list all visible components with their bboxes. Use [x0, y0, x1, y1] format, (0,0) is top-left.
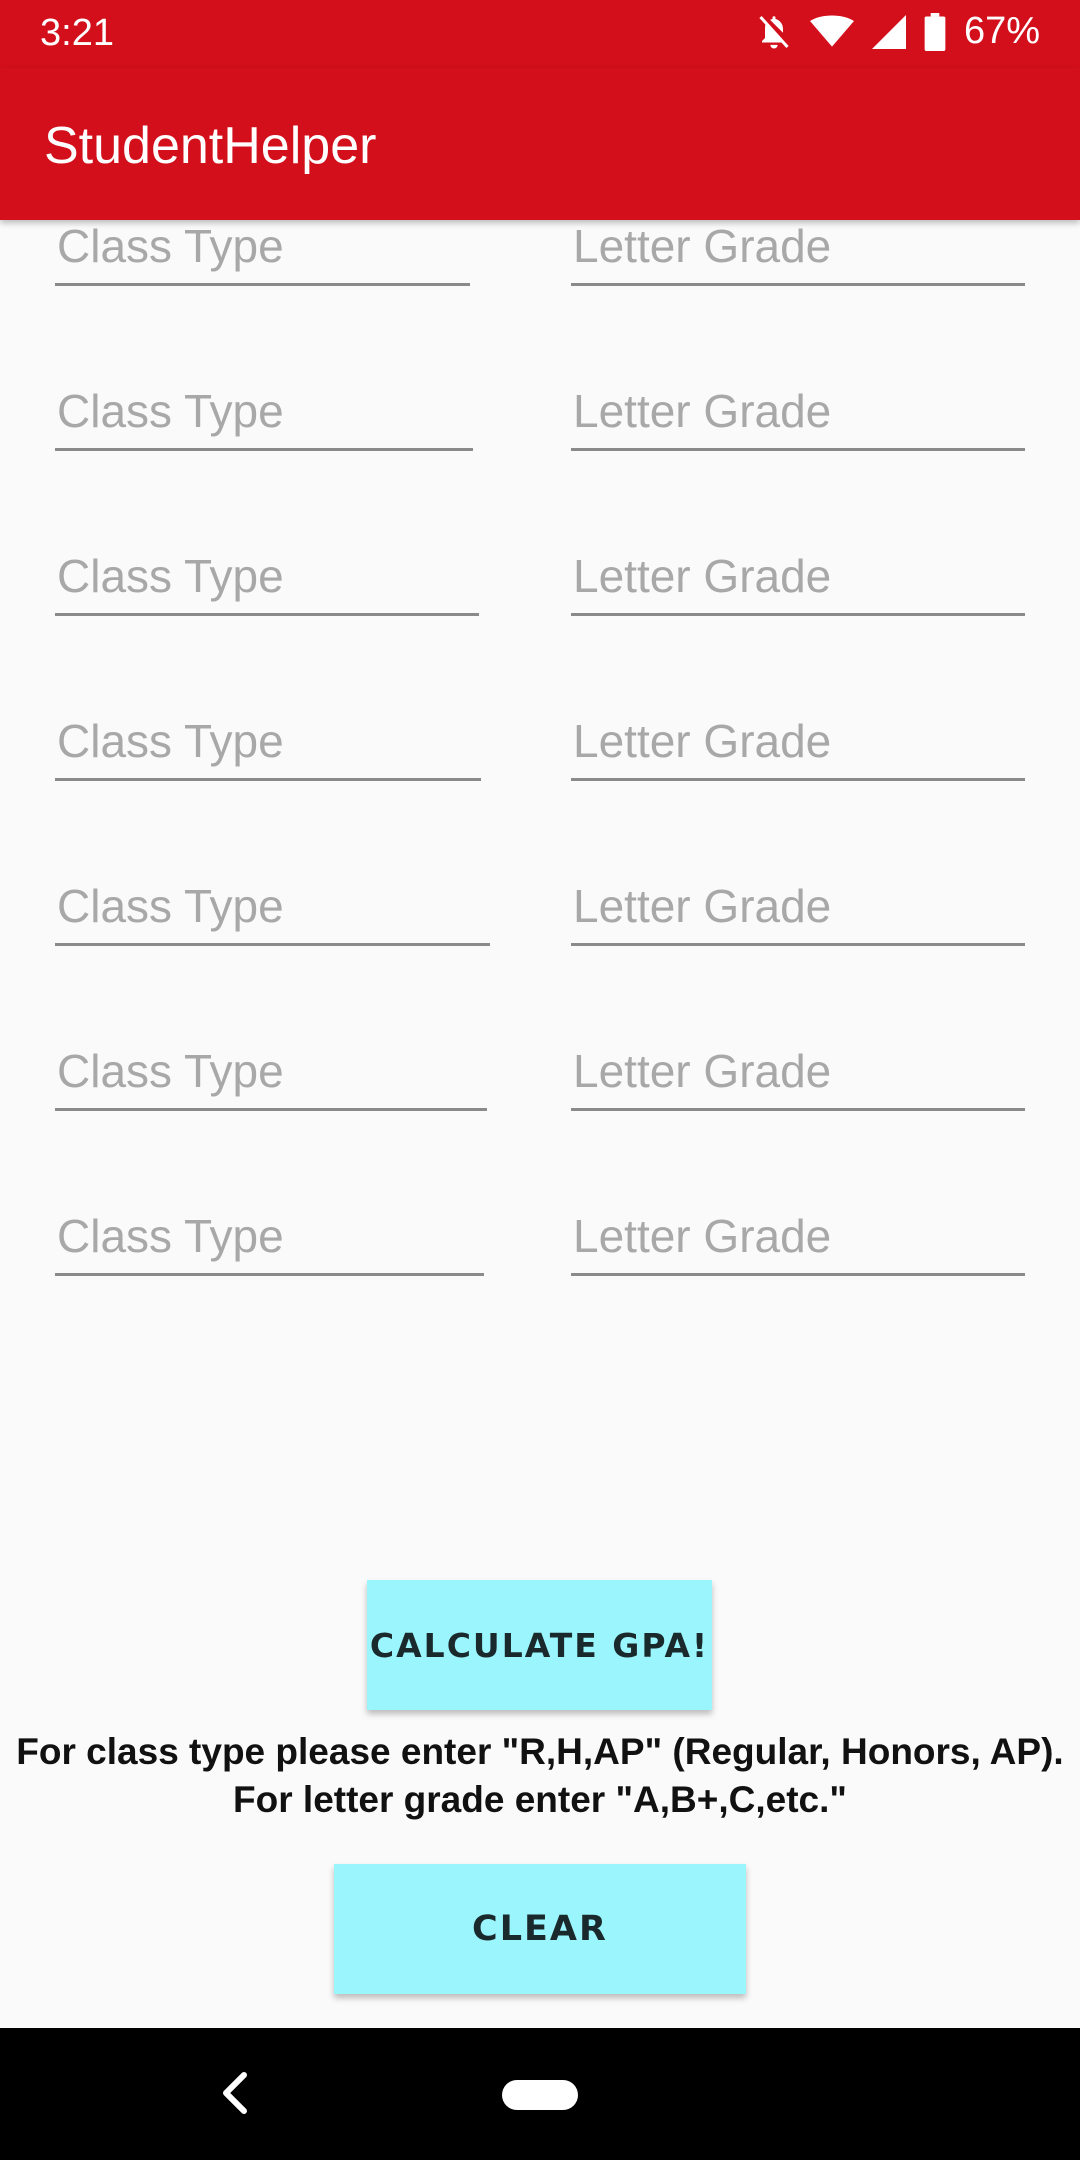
- letter-grade-input-3[interactable]: Letter Grade: [571, 550, 1025, 616]
- letter-grade-input-7[interactable]: Letter Grade: [571, 1210, 1025, 1276]
- status-bar: 3:21 67%: [0, 0, 1080, 68]
- class-type-input-3[interactable]: Class Type: [55, 550, 479, 616]
- letter-grade-input-5[interactable]: Letter Grade: [571, 880, 1025, 946]
- class-type-input-5[interactable]: Class Type: [55, 880, 490, 946]
- clear-button[interactable]: Clear: [334, 1864, 746, 1994]
- class-type-input-4[interactable]: Class Type: [55, 715, 481, 781]
- calculate-gpa-button[interactable]: Calculate GPA!: [367, 1580, 712, 1710]
- status-icons: 67%: [756, 10, 1040, 53]
- app-title: StudentHelper: [44, 117, 377, 175]
- letter-grade-input-4[interactable]: Letter Grade: [571, 715, 1025, 781]
- status-time: 3:21: [40, 12, 114, 54]
- instructions-letter-grade: For letter grade enter "A,B+,C,etc.": [233, 1779, 847, 1820]
- cell-signal-icon: [871, 14, 906, 49]
- notifications-off-icon: [756, 12, 792, 52]
- navigation-bar: [0, 2028, 1080, 2160]
- class-type-input-1[interactable]: Class Type: [55, 220, 470, 286]
- class-type-input-2[interactable]: Class Type: [55, 385, 473, 451]
- instructions: For class type please enter "R,H,AP" (Re…: [0, 1728, 1080, 1824]
- home-pill-icon[interactable]: [502, 2080, 578, 2110]
- back-icon[interactable]: [220, 2070, 250, 2121]
- battery-percent: 67%: [963, 10, 1040, 52]
- wifi-icon: [809, 15, 854, 49]
- battery-icon: [924, 12, 946, 51]
- letter-grade-input-2[interactable]: Letter Grade: [571, 385, 1025, 451]
- instructions-class-type: For class type please enter "R,H,AP" (Re…: [16, 1731, 1064, 1772]
- app-bar: StudentHelper: [0, 68, 1080, 220]
- class-type-input-7[interactable]: Class Type: [55, 1210, 484, 1276]
- class-type-input-6[interactable]: Class Type: [55, 1045, 487, 1111]
- letter-grade-input-1[interactable]: Letter Grade: [571, 220, 1025, 286]
- letter-grade-input-6[interactable]: Letter Grade: [571, 1045, 1025, 1111]
